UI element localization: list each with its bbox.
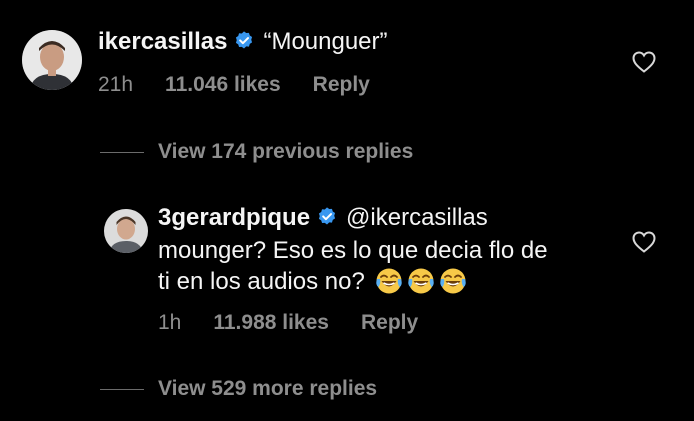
comment-body: ikercasillas “Mounguer”	[98, 27, 388, 57]
avatar-ikercasillas[interactable]	[22, 30, 82, 90]
like-heart-icon[interactable]	[632, 231, 656, 253]
verified-badge-icon	[233, 30, 255, 52]
comment-reply-button[interactable]: Reply	[313, 73, 370, 96]
reply-line-1: 3gerardpique @ikercasillas	[158, 203, 488, 233]
reply-mention-link[interactable]: @ikercasillas	[346, 204, 488, 231]
comment-time: 21h	[98, 73, 134, 96]
comment-meta: 21h 11.046 likes Reply	[98, 73, 402, 97]
reply-username[interactable]: 3gerardpique	[158, 204, 310, 231]
divider-line	[100, 151, 144, 153]
avatar-image	[104, 209, 148, 253]
view-more-replies-button[interactable]: View 529 more replies	[100, 377, 377, 401]
view-previous-replies-label: View 174 previous replies	[158, 140, 414, 163]
like-heart-icon[interactable]	[632, 51, 656, 73]
face-with-tears-of-joy-icon	[439, 267, 467, 295]
face-with-tears-of-joy-icon	[407, 267, 435, 295]
reply-time: 1h	[158, 311, 182, 334]
avatar-image	[22, 30, 82, 90]
verified-badge-icon	[316, 206, 338, 228]
view-more-replies-label: View 529 more replies	[158, 377, 378, 400]
divider-line	[100, 388, 144, 390]
instagram-comments: ikercasillas “Mounguer” 21h 11.046 likes Re…	[0, 0, 694, 421]
reply-likes[interactable]: 11.988 likes	[213, 311, 329, 334]
face-with-tears-of-joy-icon	[375, 267, 403, 295]
reply-line-2: mounger? Eso es lo que decia flo de	[158, 237, 548, 264]
reply-text-line-3: ti en los audios no?	[158, 268, 365, 295]
view-previous-replies-button[interactable]: View 174 previous replies	[100, 140, 413, 164]
reply-line-3: ti en los audios no?	[158, 267, 467, 297]
comment-likes[interactable]: 11.046 likes	[165, 73, 281, 96]
comment-text: “Mounguer”	[263, 28, 388, 55]
comment-username[interactable]: ikercasillas	[98, 28, 227, 55]
avatar-3gerardpique[interactable]	[104, 209, 148, 253]
reply-meta: 1h 11.988 likes Reply	[158, 311, 450, 335]
reply-reply-button[interactable]: Reply	[361, 311, 418, 334]
